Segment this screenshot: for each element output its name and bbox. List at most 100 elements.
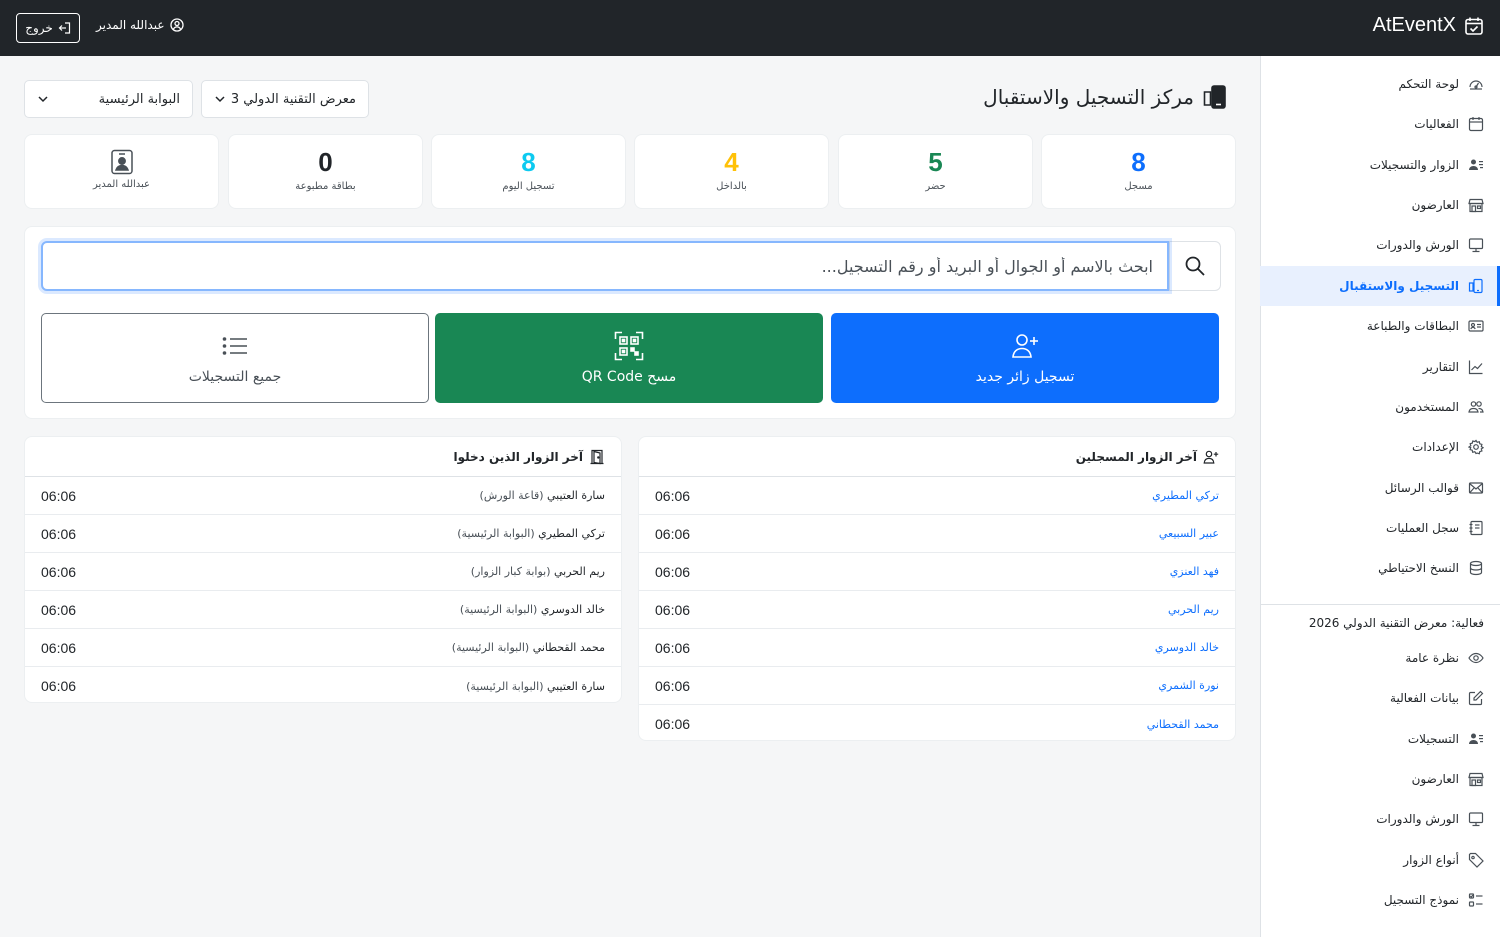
sidebar-item-users[interactable]: المستخدمون xyxy=(1260,387,1500,427)
gear-icon xyxy=(1468,439,1484,455)
sidebar-item-event-exhibitors[interactable]: العارضون xyxy=(1260,759,1500,799)
sidebar-item-label: التسجيلات xyxy=(1407,732,1459,746)
sidebar-item-event-registrations[interactable]: التسجيلات xyxy=(1260,719,1500,759)
visitor-name-link[interactable]: نورة الشمري xyxy=(1158,679,1219,692)
table-row: نورة الشمري 06:06 xyxy=(639,667,1235,705)
time-value: 06:06 xyxy=(655,639,691,656)
visitor-name: سارة العتيبي xyxy=(547,679,605,693)
stat-card-operator: عبدالله المدير xyxy=(24,134,219,209)
table-row: خالد الدوسري (البوابة الرئيسية) 06:06 xyxy=(25,591,621,629)
sidebar-item-visitors[interactable]: الزوار والتسجيلات xyxy=(1260,145,1500,185)
sidebar-item-audit-log[interactable]: سجل العمليات xyxy=(1260,508,1500,548)
time-value: 06:06 xyxy=(655,525,691,542)
sidebar-item-badges[interactable]: البطاقات والطباعة xyxy=(1260,306,1500,346)
sidebar-item-label: قوالب الرسائل xyxy=(1384,481,1459,495)
shop-icon xyxy=(1468,771,1484,787)
pencil-square-icon xyxy=(1468,690,1484,706)
logout-button[interactable]: خروج xyxy=(16,13,80,43)
sidebar-item-visitor-types[interactable]: أنواع الزوار xyxy=(1260,840,1500,880)
all-registrations-button[interactable]: جميع التسجيلات xyxy=(41,313,429,403)
visitor-name-link[interactable]: عبير السبيعي xyxy=(1159,527,1219,540)
sidebar-item-exhibitors[interactable]: العارضون xyxy=(1260,185,1500,225)
visitor-name-link[interactable]: فهد العنزي xyxy=(1170,565,1219,578)
time-value: 06:06 xyxy=(655,601,691,618)
sidebar-item-event-details[interactable]: بيانات الفعالية xyxy=(1260,678,1500,718)
sidebar-item-label: المستخدمون xyxy=(1395,400,1459,414)
sidebar-item-label: الورش والدورات xyxy=(1376,238,1459,252)
visitor-entry: سارة العتيبي (قاعة الورش) xyxy=(480,489,605,502)
stat-value: 0 xyxy=(318,147,333,177)
sidebar-item-label: نموذج التسجيل xyxy=(1383,893,1459,907)
scan-qr-button[interactable]: مسح QR Code xyxy=(435,313,823,403)
visitor-entry: خالد الدوسري (البوابة الرئيسية) xyxy=(460,603,605,616)
table-row: خالد الدوسري 06:06 xyxy=(639,629,1235,667)
stat-label: عبدالله المدير xyxy=(92,179,151,190)
sidebar-item-event-overview[interactable]: نظرة عامة xyxy=(1260,638,1500,678)
gate-location: (البوابة الرئيسية) xyxy=(457,527,535,540)
stat-card-printed: 0 بطاقة مطبوعة xyxy=(228,134,423,209)
visitor-name: محمد القحطاني xyxy=(532,641,605,654)
visitor-name-link[interactable]: ريم الحربي xyxy=(1168,603,1219,616)
time-value: 06:06 xyxy=(655,716,691,732)
sidebar-item-workshops[interactable]: الورش والدورات xyxy=(1260,225,1500,265)
table-row: سارة العتيبي (البوابة الرئيسية) 06:06 xyxy=(25,667,621,702)
logout-icon xyxy=(57,21,71,35)
time-value: 06:06 xyxy=(41,525,77,542)
time-value: 06:06 xyxy=(655,563,691,580)
page-title: مركز التسجيل والاستقبال xyxy=(983,84,1228,110)
visitor-name: سارة العتيبي xyxy=(547,489,605,502)
sidebar-item-dashboard[interactable]: لوحة التحكم xyxy=(1260,64,1500,104)
visitor-name-link[interactable]: خالد الدوسري xyxy=(1155,641,1219,654)
sidebar-item-reports[interactable]: التقارير xyxy=(1260,347,1500,387)
sidebar-item-label: نظرة عامة xyxy=(1405,651,1459,665)
time-value: 06:06 xyxy=(41,678,77,694)
stat-label: حضر xyxy=(925,181,946,192)
sidebar-item-label: بيانات الفعالية xyxy=(1390,691,1459,705)
sidebar-item-event-workshops[interactable]: الورش والدورات xyxy=(1260,799,1500,839)
person-plus-icon xyxy=(1010,331,1040,361)
recent-registered-panel: آخر الزوار المسجلين تركي المطيري 06:06 ع… xyxy=(638,436,1236,741)
time-value: 06:06 xyxy=(41,601,77,618)
sidebar-item-message-templates[interactable]: قوالب الرسائل xyxy=(1260,468,1500,508)
event-select[interactable]: معرض التقنية الدولي 3 xyxy=(201,80,369,118)
visitor-name-link[interactable]: تركي المطيري xyxy=(1152,489,1219,502)
visitor-name-link[interactable]: محمد القحطاني xyxy=(1147,718,1219,731)
stat-card-registered: 8 مسجل xyxy=(1041,134,1236,209)
search-icon xyxy=(1184,255,1206,277)
stat-label: بطاقة مطبوعة xyxy=(295,181,356,192)
table-row: تركي المطيري 06:06 xyxy=(639,477,1235,515)
stat-value: 4 xyxy=(724,147,739,177)
person-badge-icon xyxy=(110,149,134,175)
table-row: عبير السبيعي 06:06 xyxy=(639,515,1235,553)
gate-location: (البوابة الرئيسية) xyxy=(451,641,530,654)
table-row: ريم الحربي 06:06 xyxy=(639,591,1235,629)
sidebar-item-label: التسجيل والاستقبال xyxy=(1339,279,1459,293)
search-group xyxy=(41,241,1221,291)
stat-card-inside: 4 بالداخل xyxy=(634,134,829,209)
register-new-visitor-button[interactable]: تسجيل زائر جديد xyxy=(831,313,1219,403)
brand[interactable]: AtEventX xyxy=(1373,14,1484,37)
sidebar-item-backup[interactable]: النسخ الاحتياطي xyxy=(1260,548,1500,588)
table-row: سارة العتيبي (قاعة الورش) 06:06 xyxy=(25,477,621,515)
sidebar-item-label: البطاقات والطباعة xyxy=(1366,319,1459,333)
sidebar-item-settings[interactable]: الإعدادات xyxy=(1260,427,1500,467)
sidebar-item-label: العارضون xyxy=(1411,198,1459,212)
gate-location: (قاعة الورش) xyxy=(479,489,544,502)
panel-title: آخر الزوار المسجلين xyxy=(1075,449,1197,464)
sidebar-item-events[interactable]: الفعاليات xyxy=(1260,104,1500,144)
scan-qr-label: مسح QR Code xyxy=(581,369,677,385)
person-lines-icon xyxy=(1468,157,1484,173)
search-button[interactable] xyxy=(1169,241,1221,291)
search-input[interactable] xyxy=(41,241,1169,291)
sidebar-item-registration-form[interactable]: نموذج التسجيل xyxy=(1260,880,1500,920)
gate-select[interactable]: البوابة الرئيسية xyxy=(24,80,193,118)
envelope-icon xyxy=(1468,480,1484,496)
graph-up-icon xyxy=(1468,359,1484,375)
sidebar-divider xyxy=(1261,604,1500,605)
stat-card-today: 8 تسجيل اليوم xyxy=(431,134,626,209)
user-menu[interactable]: عبدالله المدير xyxy=(96,18,185,32)
sidebar-event-label: فعالية: معرض التقنية الدولي 2026 xyxy=(1308,616,1484,630)
sidebar-item-checkin[interactable]: التسجيل والاستقبال xyxy=(1260,266,1500,306)
table-row: فهد العنزي 06:06 xyxy=(639,553,1235,591)
phone-landscape-icon xyxy=(1468,278,1484,294)
